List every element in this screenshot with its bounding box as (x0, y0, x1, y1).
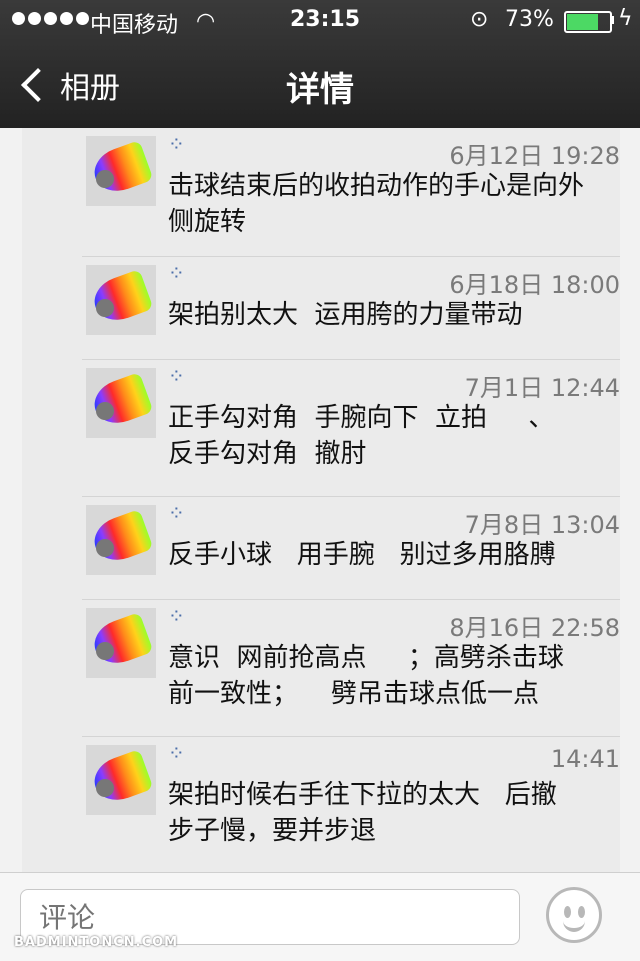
list-item[interactable]: ⁘ 8月16日 22:58 意识 网前抢高点 ；高劈杀击球 前一致性； 劈吊击球点低… (82, 600, 620, 737)
entry-date: 7月8日 13:04 (464, 511, 620, 539)
shuttlecock-image (88, 749, 154, 807)
battery-tip (611, 16, 614, 24)
battery-percent: 73% (505, 7, 554, 32)
comment-bar: BADMINTONCN.COM (0, 872, 640, 961)
avatar (86, 505, 156, 575)
shuttlecock-base (96, 170, 114, 188)
entry-date: 8月16日 22:58 (449, 614, 620, 642)
shuttlecock-base (96, 299, 114, 317)
list-item[interactable]: ⁘ 6月18日 18:00 架拍别太大 运用胯的力量带动 (82, 257, 620, 360)
entry-text: 正手勾对角 手腕向下 立拍 、 反手勾对角 撤肘 (168, 403, 555, 469)
entry-text: 架拍时候右手往下拉的太大 后撤 步子慢，要并步退 (168, 780, 557, 846)
battery-icon (564, 11, 612, 33)
shuttlecock-image (88, 372, 154, 430)
avatar (86, 265, 156, 335)
entry-list: ⁘ 6月12日 19:28 击球结束后的收拍动作的手心是向外侧旋转 ⁘ 6月18日 18… (82, 128, 620, 874)
sparkle-icon: ⁘ (168, 364, 185, 388)
smiley-mouth (563, 918, 585, 932)
carrier-label: 中国移动 (90, 13, 179, 38)
entry-text: 反手小球 用手腕 别过多用胳膊 (168, 540, 556, 570)
smiley-icon[interactable] (546, 887, 602, 943)
sparkle-icon: ⁘ (168, 261, 185, 285)
entry-text: 架拍别太大 运用胯的力量带动 (168, 300, 523, 330)
status-time: 23:15 (290, 7, 361, 32)
shuttlecock-base (96, 779, 114, 797)
smiley-eye-left (564, 906, 571, 918)
sparkle-icon: ⁘ (168, 741, 185, 765)
entry-date: 14:41 (550, 745, 620, 773)
rotation-lock-icon: ⊙ (470, 7, 489, 32)
shuttlecock-base (96, 402, 114, 420)
detail-panel: ⁘ 6月12日 19:28 击球结束后的收拍动作的手心是向外侧旋转 ⁘ 6月18日 18… (22, 128, 620, 874)
shuttlecock-image (88, 509, 154, 567)
watermark: BADMINTONCN.COM (14, 935, 179, 950)
top-bar: 中国移动 ◠ 23:15 ⊙ 73% ϟ 相册 详情 (0, 0, 640, 128)
shuttlecock-image (88, 140, 154, 198)
shuttlecock-image (88, 269, 154, 327)
shuttlecock-base (96, 539, 114, 557)
charging-icon: ϟ (618, 6, 633, 31)
status-bar: 中国移动 ◠ 23:15 ⊙ 73% ϟ (0, 0, 640, 40)
shuttlecock-image (88, 612, 154, 670)
list-item[interactable]: ⁘ 7月8日 13:04 反手小球 用手腕 别过多用胳膊 (82, 497, 620, 600)
entry-date: 7月1日 12:44 (464, 374, 620, 402)
battery-level (567, 14, 598, 30)
avatar (86, 745, 156, 815)
list-item[interactable]: ⁘ 14:41 架拍时候右手往下拉的太大 后撤 步子慢，要并步退 (82, 737, 620, 874)
shuttlecock-base (96, 642, 114, 660)
wifi-icon: ◠ (196, 9, 216, 34)
entry-date: 6月18日 18:00 (449, 271, 620, 299)
avatar (86, 608, 156, 678)
entry-text: 意识 网前抢高点 ；高劈杀击球 前一致性； 劈吊击球点低一点 (168, 643, 564, 709)
sparkle-icon: ⁘ (168, 501, 185, 525)
avatar (86, 136, 156, 206)
list-item[interactable]: ⁘ 7月1日 12:44 正手勾对角 手腕向下 立拍 、 反手勾对角 撤肘 (82, 360, 620, 497)
sparkle-icon: ⁘ (168, 604, 185, 628)
list-item[interactable]: ⁘ 6月12日 19:28 击球结束后的收拍动作的手心是向外侧旋转 (82, 128, 620, 257)
signal-strength-icon (12, 12, 89, 25)
smiley-eye-right (578, 906, 585, 918)
sparkle-icon: ⁘ (168, 132, 185, 156)
entry-date: 6月12日 19:28 (449, 142, 620, 170)
avatar (86, 368, 156, 438)
entry-text: 击球结束后的收拍动作的手心是向外侧旋转 (168, 171, 585, 237)
page-title: 详情 (286, 70, 354, 110)
